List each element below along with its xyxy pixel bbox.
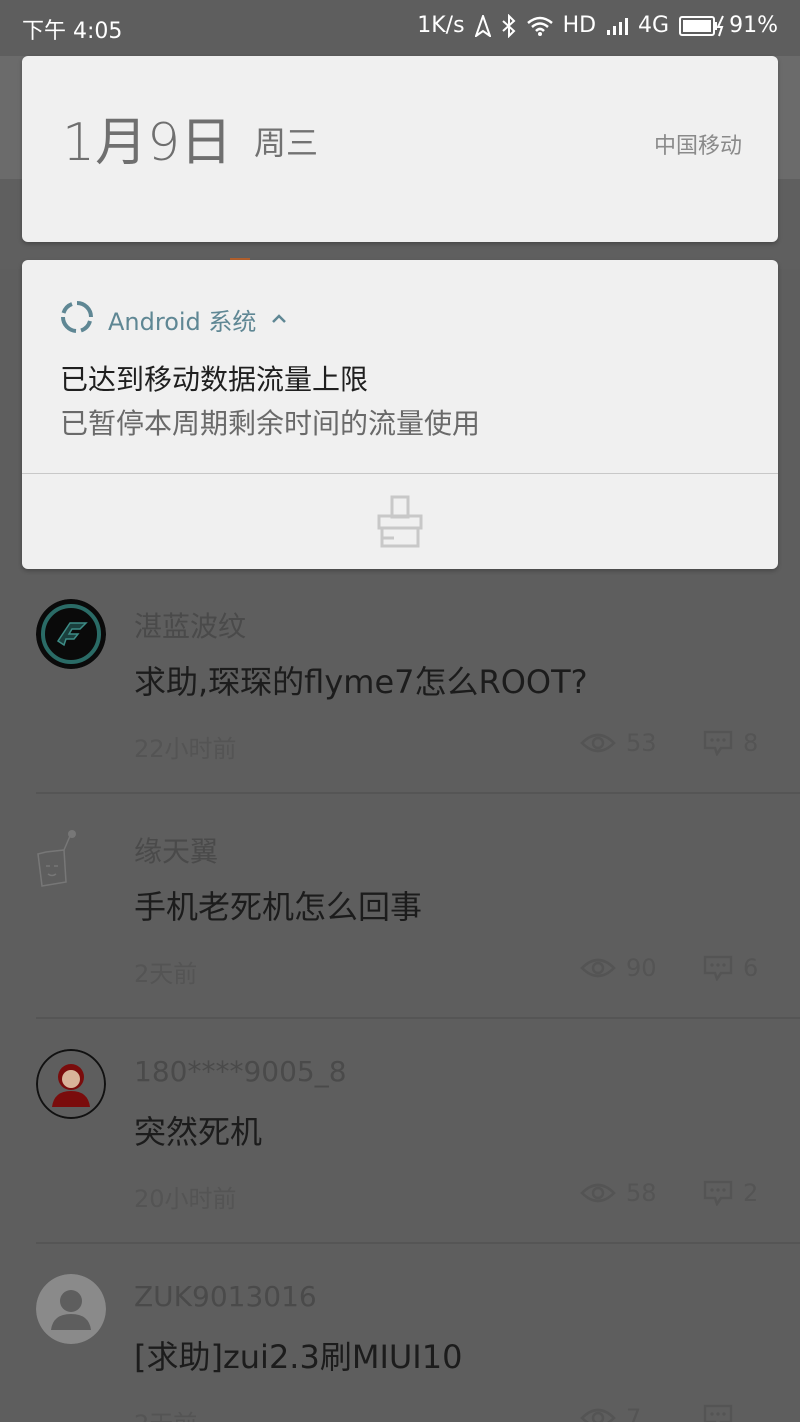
hd-label: HD — [562, 13, 597, 38]
post-username[interactable]: 湛蓝波纹 — [134, 605, 246, 645]
post-username[interactable]: 180****9005_8 — [134, 1055, 347, 1088]
comment-count: 6 — [703, 954, 758, 982]
android-system-icon — [60, 300, 94, 338]
view-count-value: 58 — [626, 1179, 657, 1207]
view-count-value: 90 — [626, 954, 657, 982]
comment-icon — [703, 955, 733, 981]
post-time: 2天前 — [134, 960, 198, 988]
post-item[interactable]: 缘天翼 手机老死机怎么回事 2天前 90 6 — [0, 794, 800, 1019]
eye-icon — [580, 1408, 616, 1422]
weekday-text: 周三 — [254, 124, 319, 162]
view-count: 53 — [580, 729, 657, 757]
status-bar: 下午 4:05 1K/s HD 4G 91% — [0, 0, 800, 56]
comment-icon — [703, 730, 733, 756]
notification-title: 已达到移动数据流量上限 — [60, 363, 369, 396]
post-time: 2天前 — [134, 1404, 197, 1422]
post-time: 20小时前 — [134, 1185, 237, 1213]
clear-notifications-button[interactable] — [376, 494, 424, 550]
post-title[interactable]: [求助]zui2.3刷MIUI10 — [134, 1332, 462, 1378]
notification-text: 已暂停本周期剩余时间的流量使用 — [60, 407, 481, 440]
default-user-avatar[interactable] — [36, 1274, 106, 1344]
wifi-icon — [526, 16, 553, 36]
date-text: 1月9日 — [62, 113, 233, 173]
eye-icon — [580, 733, 616, 753]
comment-count-value: 6 — [743, 954, 759, 982]
post-item[interactable]: 湛蓝波纹 求助,琛琛的flyme7怎么ROOT? 22小时前 53 8 — [0, 569, 800, 794]
view-count-value: 53 — [626, 729, 657, 757]
network-type: 4G — [638, 13, 670, 38]
sketch-avatar[interactable] — [36, 824, 106, 894]
comment-count — [703, 1404, 743, 1422]
navigation-icon — [474, 14, 491, 37]
post-title[interactable]: 手机老死机怎么回事 — [134, 882, 422, 928]
post-username[interactable]: 缘天翼 — [134, 830, 218, 870]
net-speed: 1K/s — [417, 13, 465, 38]
eye-icon — [580, 1183, 616, 1203]
notification-app-name: Android 系统 — [108, 307, 257, 336]
comment-icon — [703, 1404, 733, 1422]
notification-header[interactable]: Android 系统 — [60, 300, 288, 338]
broom-icon — [377, 495, 423, 548]
post-time: 22小时前 — [134, 735, 237, 763]
bluetooth-icon — [501, 13, 517, 38]
comment-count: 2 — [703, 1179, 758, 1207]
view-count: 7 — [580, 1404, 641, 1422]
view-count: 58 — [580, 1179, 657, 1207]
eye-icon — [580, 958, 616, 978]
status-time: 下午 4:05 — [22, 19, 123, 44]
comment-count-value: 8 — [743, 729, 759, 757]
view-count-value: 7 — [626, 1404, 642, 1422]
carrier-name: 中国移动 — [653, 134, 742, 159]
date-card: 1月9日 周三 中国移动 — [22, 56, 778, 242]
girl-avatar[interactable] — [36, 1049, 106, 1119]
battery-percent: 91% — [729, 13, 778, 38]
post-title[interactable]: 求助,琛琛的flyme7怎么ROOT? — [134, 657, 588, 703]
post-title[interactable]: 突然死机 — [134, 1107, 262, 1153]
view-count: 90 — [580, 954, 657, 982]
chevron-up-icon[interactable] — [270, 310, 288, 329]
post-item[interactable]: ZUK9013016 [求助]zui2.3刷MIUI10 2天前 7 — [0, 1244, 800, 1422]
status-icons: 1K/s HD 4G 91% — [417, 13, 778, 38]
post-username[interactable]: ZUK9013016 — [134, 1280, 317, 1313]
divider — [22, 473, 778, 474]
comment-icon — [703, 1180, 733, 1206]
data-limit-notification[interactable]: Android 系统 已达到移动数据流量上限 已暂停本周期剩余时间的流量使用 — [22, 260, 778, 569]
comment-count: 8 — [703, 729, 758, 757]
game-logo-avatar[interactable] — [36, 599, 106, 669]
comment-count-value: 2 — [743, 1179, 759, 1207]
battery-charging-icon — [679, 15, 725, 37]
post-item[interactable]: 180****9005_8 突然死机 20小时前 58 2 — [0, 1019, 800, 1244]
signal-icon — [606, 16, 629, 36]
battery: 91% — [679, 13, 778, 38]
